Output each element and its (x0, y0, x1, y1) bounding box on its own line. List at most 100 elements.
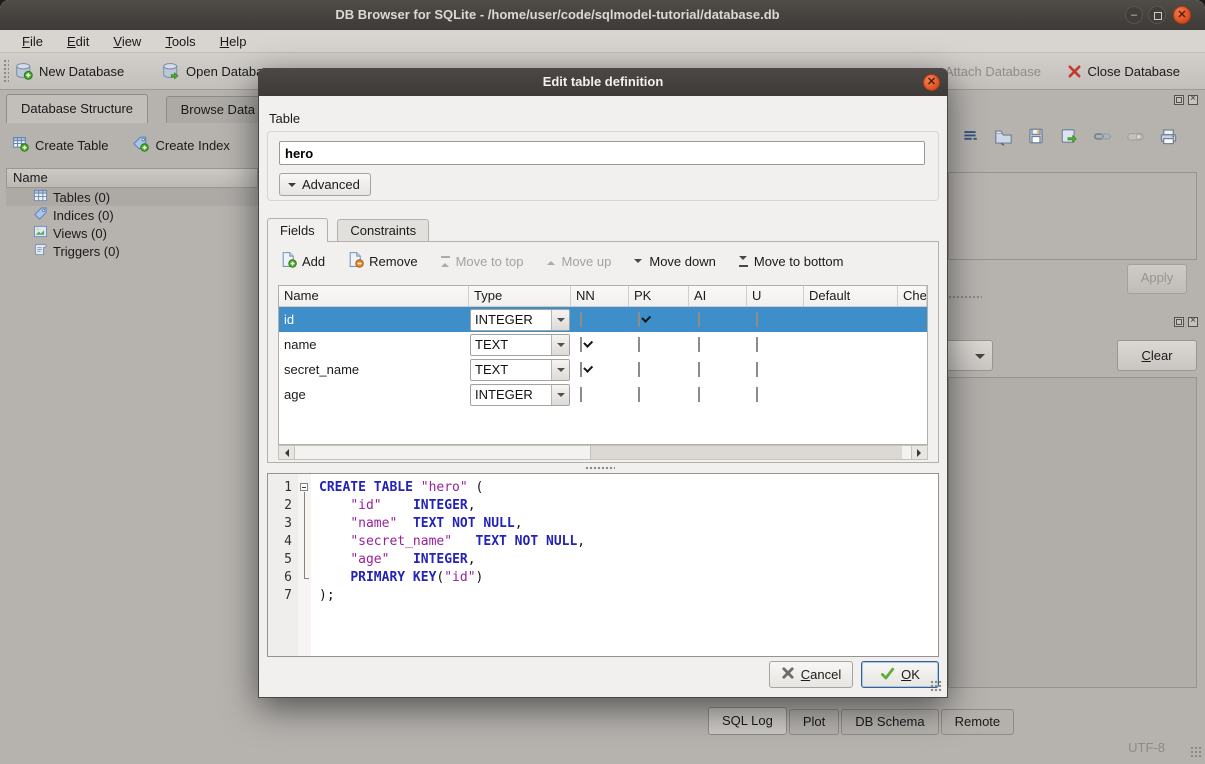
column-header-ai[interactable]: AI (689, 286, 747, 306)
tree-item-tables[interactable]: Tables (0) (6, 188, 258, 206)
minimize-button[interactable]: – (1125, 6, 1143, 24)
clear-button[interactable]: Clear (1117, 340, 1197, 371)
column-header-name[interactable]: Name (279, 286, 469, 306)
print-icon[interactable] (1158, 126, 1178, 146)
format-icon[interactable] (960, 126, 980, 146)
pk-checkbox[interactable] (638, 387, 640, 402)
attach-database-button[interactable]: Attach Database (945, 58, 1041, 84)
tab-plot[interactable]: Plot (789, 709, 839, 735)
dock-splitter[interactable] (948, 295, 982, 300)
field-row-age[interactable]: ageINTEGER (279, 382, 927, 407)
menu-view[interactable]: View (103, 32, 151, 51)
ok-button[interactable]: OK (861, 661, 939, 688)
field-row-id[interactable]: idINTEGER (279, 307, 927, 332)
null-toggle-icon[interactable] (1125, 126, 1145, 146)
tab-constraints[interactable]: Constraints (337, 219, 429, 242)
tab-db-schema[interactable]: DB Schema (841, 709, 938, 735)
nn-checkbox[interactable] (580, 337, 582, 352)
remove-field-button[interactable]: Remove (347, 251, 417, 271)
tree-item-views[interactable]: Views (0) (6, 224, 258, 242)
nn-checkbox[interactable] (580, 362, 582, 377)
nn-checkbox[interactable] (580, 387, 582, 402)
tree-item-indices[interactable]: Indices (0) (6, 206, 258, 224)
ai-checkbox[interactable] (698, 312, 700, 327)
menu-file[interactable]: File (12, 32, 53, 51)
scrollbar-thumb[interactable] (590, 446, 902, 459)
u-checkbox[interactable] (756, 337, 758, 352)
scroll-right-arrow[interactable] (911, 446, 927, 459)
column-header-u[interactable]: U (747, 286, 804, 306)
u-checkbox[interactable] (756, 312, 758, 327)
apply-button[interactable]: Apply (1127, 264, 1187, 294)
cell-editor-area[interactable] (948, 172, 1197, 260)
pk-checkbox[interactable] (638, 337, 640, 352)
dock-float-icon[interactable] (1174, 317, 1184, 327)
field-type-dropdown[interactable]: INTEGER (470, 309, 570, 331)
tab-browse-data[interactable]: Browse Data (166, 96, 270, 123)
import-file-icon[interactable] (993, 126, 1013, 146)
ai-checkbox[interactable] (698, 337, 700, 352)
ai-checkbox[interactable] (698, 387, 700, 402)
resize-grip[interactable] (1190, 746, 1202, 758)
bottom-dock-tab-bar: SQL LogPlotDB SchemaRemote (708, 707, 1014, 735)
table-name-input[interactable] (279, 141, 925, 165)
sql-code: "secret_name" TEXT NOT NULL, (311, 533, 585, 551)
sql-token (389, 552, 412, 567)
tab-remote[interactable]: Remote (941, 709, 1015, 735)
export-file-icon[interactable] (1059, 126, 1079, 146)
move-down-button[interactable]: Move down (633, 254, 715, 269)
column-header-pk[interactable]: PK (629, 286, 689, 306)
scroll-left-arrow[interactable] (279, 446, 295, 459)
tab-fields[interactable]: Fields (267, 218, 328, 242)
field-row-name[interactable]: nameTEXT (279, 332, 927, 357)
ai-checkbox[interactable] (698, 362, 700, 377)
field-row-secret-name[interactable]: secret_nameTEXT (279, 357, 927, 382)
tab-database-structure[interactable]: Database Structure (6, 94, 148, 123)
menu-edit[interactable]: Edit (57, 32, 99, 51)
dialog-resize-grip[interactable] (930, 680, 943, 693)
column-header-check[interactable]: Check (898, 286, 927, 306)
close-window-button[interactable]: ✕ (1173, 6, 1191, 24)
column-header-default[interactable]: Default (804, 286, 898, 306)
pk-checkbox[interactable] (638, 312, 640, 327)
dock-close-icon[interactable] (1188, 95, 1198, 105)
menu-help[interactable]: Help (210, 32, 257, 51)
move-up-button[interactable]: Move up (546, 254, 612, 269)
advanced-button[interactable]: Advanced (279, 173, 371, 196)
fold-margin (298, 497, 311, 515)
new-database-button[interactable]: New Database (15, 58, 124, 84)
toolbar-grip[interactable] (3, 59, 9, 83)
dock-float-icon[interactable] (1174, 95, 1184, 105)
sql-log-area[interactable] (948, 377, 1197, 688)
dialog-close-button[interactable]: ✕ (923, 74, 940, 91)
tree-item-triggers[interactable]: Triggers (0) (6, 242, 258, 260)
cancel-button[interactable]: Cancel (769, 661, 853, 688)
horizontal-scrollbar[interactable] (278, 445, 928, 460)
column-header-type[interactable]: Type (469, 286, 571, 306)
add-field-button[interactable]: Add (280, 251, 325, 271)
create-table-button[interactable]: Create Table (12, 135, 108, 155)
field-type-dropdown[interactable]: INTEGER (470, 384, 570, 406)
column-header-nn[interactable]: NN (571, 286, 629, 306)
menu-tools[interactable]: Tools (155, 32, 205, 51)
create-index-button[interactable]: Create Index (132, 135, 229, 155)
line-number: 7 (268, 587, 298, 605)
move-to-top-button[interactable]: Move to top (440, 254, 524, 269)
pk-checkbox[interactable] (638, 362, 640, 377)
maximize-button[interactable] (1148, 6, 1166, 24)
save-file-icon[interactable] (1026, 126, 1046, 146)
u-checkbox[interactable] (756, 362, 758, 377)
nn-checkbox[interactable] (580, 312, 582, 327)
tree-column-header[interactable]: Name (6, 168, 258, 188)
u-checkbox[interactable] (756, 387, 758, 402)
link-icon[interactable] (1092, 126, 1112, 146)
close-database-button[interactable]: Close Database (1067, 58, 1181, 84)
tab-sql-log[interactable]: SQL Log (708, 707, 787, 735)
field-type-dropdown[interactable]: TEXT (470, 359, 570, 381)
dock-close-icon[interactable] (1188, 317, 1198, 327)
move-to-bottom-button[interactable]: Move to bottom (738, 254, 844, 269)
fields-table-header: NameTypeNNPKAIUDefaultCheck (279, 286, 927, 307)
field-type-dropdown[interactable]: TEXT (470, 334, 570, 356)
fold-margin[interactable] (298, 479, 311, 497)
dialog-splitter[interactable] (585, 466, 615, 471)
